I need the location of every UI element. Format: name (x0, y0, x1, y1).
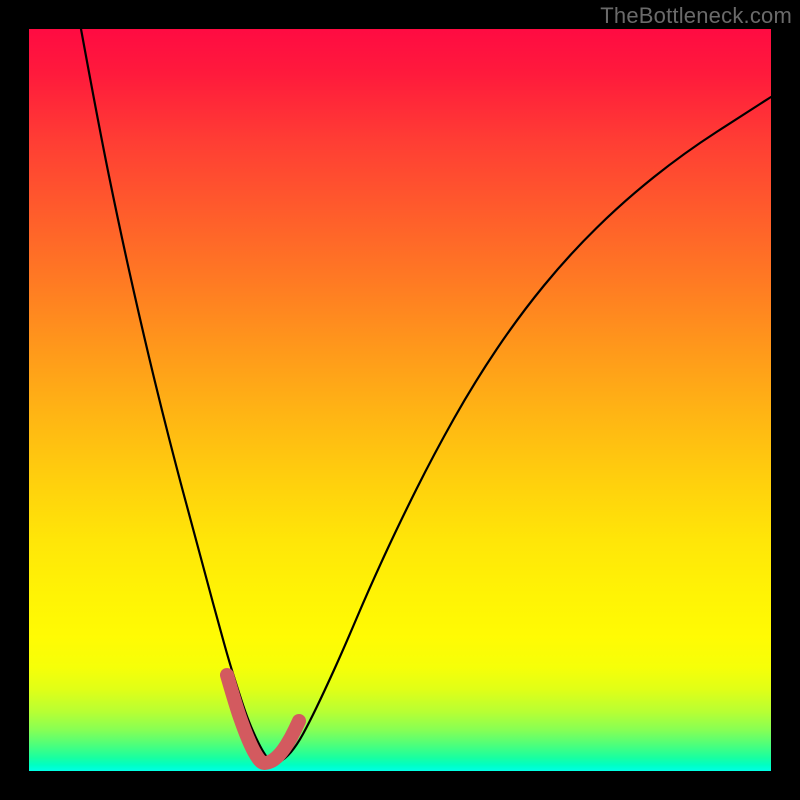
watermark-text: TheBottleneck.com (600, 3, 792, 29)
chart-frame: TheBottleneck.com (0, 0, 800, 800)
plot-area (29, 29, 771, 771)
bottleneck-curve (29, 29, 771, 771)
curve-path (81, 29, 771, 763)
